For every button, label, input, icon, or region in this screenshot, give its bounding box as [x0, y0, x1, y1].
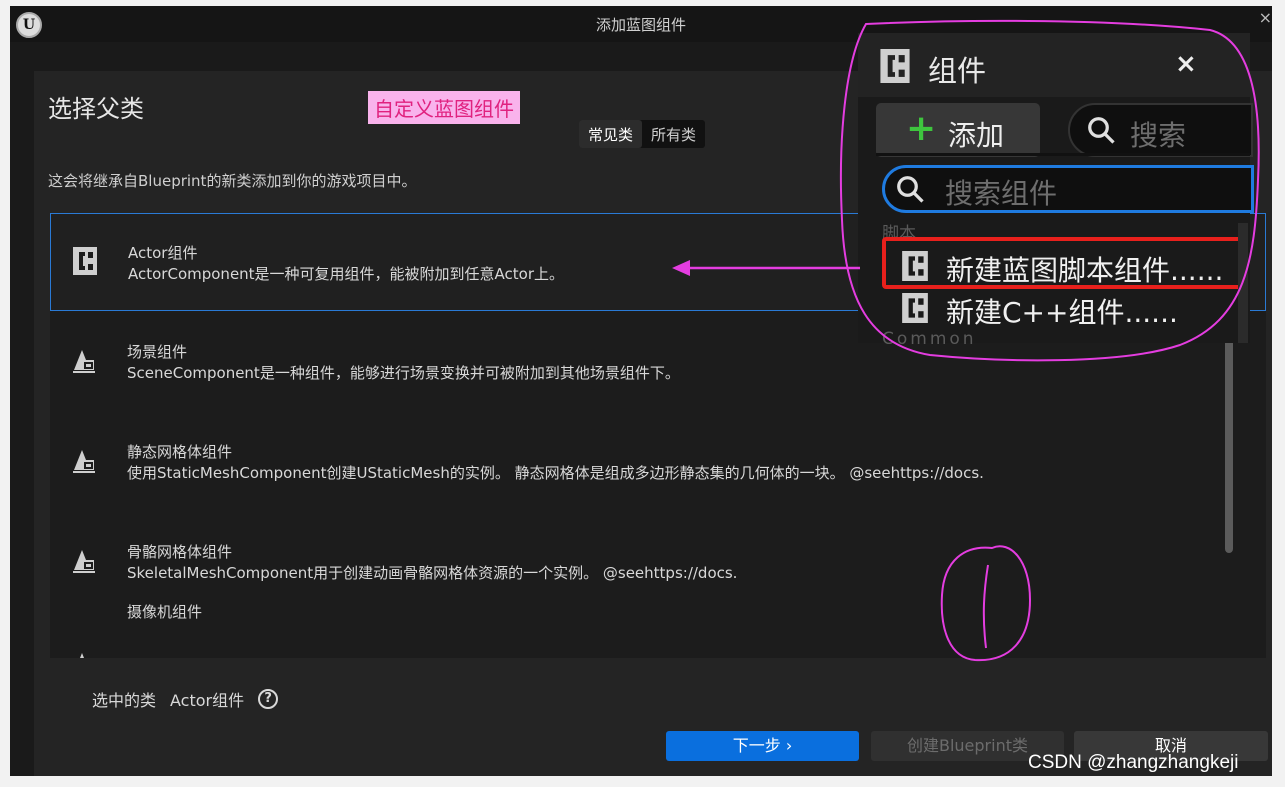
class-item-static-mesh-component[interactable]: 静态网格体组件 使用StaticMeshComponent创建UStaticMe…	[50, 413, 1266, 511]
tab-all-classes[interactable]: 所有类	[642, 120, 705, 148]
selected-class-value: Actor组件	[170, 691, 245, 710]
skeletal-mesh-icon	[73, 550, 95, 573]
annotation-label: 自定义蓝图组件	[368, 91, 520, 124]
watermark: CSDN @zhangzhangkeji	[1028, 752, 1239, 773]
window-title: 添加蓝图组件	[595, 16, 686, 34]
class-item-description: SceneComponent是一种组件，能够进行场景变换并可被附加到其他场景组件…	[127, 364, 680, 382]
class-item-name: 骨骼网格体组件	[127, 543, 233, 561]
c-class-icon	[880, 49, 910, 83]
add-component-label: 添加	[948, 119, 1005, 152]
highlight-box	[882, 237, 1244, 289]
component-search-placeholder: 搜索组件	[945, 177, 1058, 210]
static-mesh-icon	[73, 450, 95, 473]
page-title: 选择父类	[48, 95, 144, 123]
search-icon	[897, 176, 924, 203]
panel-search-input[interactable]: 搜索	[1068, 103, 1253, 157]
class-item-name: Actor组件	[128, 244, 198, 262]
add-component-button[interactable]: + 添加	[876, 103, 1040, 157]
help-icon[interactable]: ?	[258, 689, 279, 709]
class-item-description: SkeletalMeshComponent用于创建动画骨骼网格体资源的一个实例。…	[127, 564, 738, 582]
components-panel-close-button[interactable]: ×	[1175, 49, 1197, 79]
next-button[interactable]: 下一步 ›	[666, 731, 859, 761]
class-item-skeletal-mesh-component[interactable]: 骨骼网格体组件 SkeletalMeshComponent用于创建动画骨骼网格体…	[50, 513, 1266, 611]
new-cpp-component-option[interactable]: 新建C++组件......	[882, 283, 1250, 333]
selected-class-row: 选中的类 Actor组件 ?	[92, 687, 279, 711]
components-panel-title: 组件	[928, 54, 987, 88]
class-item-description: ActorComponent是一种可复用组件，能被附加到任意Actor上。	[128, 265, 565, 283]
selected-class-label: 选中的类	[92, 691, 157, 710]
class-item-name: 摄像机组件	[127, 603, 203, 621]
window-close-button[interactable]: ×	[1259, 8, 1272, 27]
class-item-description: 使用StaticMeshComponent创建UStaticMesh的实例。 静…	[127, 464, 984, 482]
c-class-icon	[73, 247, 97, 275]
panel-scrollbar[interactable]	[1238, 223, 1248, 343]
components-panel: 组件 × + 添加 搜索 搜索组件 脚本 新建蓝图脚本组件...... 新建C+…	[858, 33, 1254, 349]
class-filter-tabs: 常见类 所有类	[579, 120, 706, 148]
class-item-name: 场景组件	[127, 343, 188, 361]
search-placeholder: 搜索	[1130, 119, 1187, 152]
tab-common-classes[interactable]: 常见类	[579, 120, 643, 148]
plus-icon: +	[906, 108, 937, 149]
category-label-common: Common	[882, 329, 977, 349]
panel-divider	[876, 153, 1250, 156]
option-label: 新建C++组件......	[946, 296, 1178, 329]
dialog-description: 这会将继承自Blueprint的新类添加到你的游戏项目中。	[48, 172, 417, 190]
camera-icon	[80, 653, 84, 658]
components-panel-header: 组件 ×	[858, 33, 1250, 97]
search-icon	[1088, 117, 1115, 144]
c-class-icon	[902, 293, 928, 323]
scene-component-icon	[73, 350, 95, 373]
component-search-input[interactable]: 搜索组件	[882, 165, 1254, 213]
class-item-camera-component[interactable]: 摄像机组件	[50, 601, 1266, 658]
class-item-name: 静态网格体组件	[127, 443, 233, 461]
